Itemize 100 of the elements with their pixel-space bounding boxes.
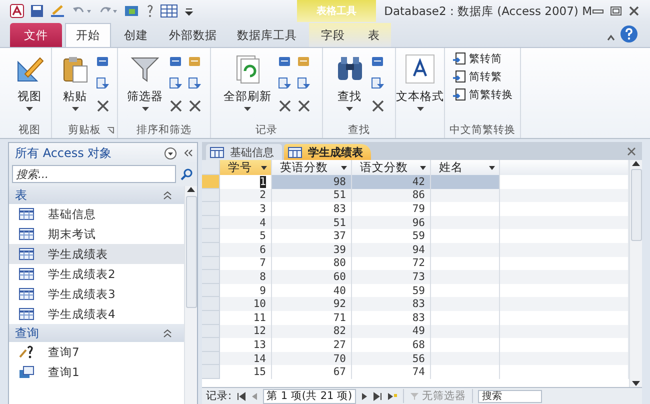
ribbon-button[interactable]: 筛选器	[125, 52, 165, 122]
column-header[interactable]: 学号	[220, 160, 272, 175]
last-record-icon[interactable]	[373, 392, 382, 400]
table-icon	[288, 146, 302, 158]
table-row[interactable]: 6 39 94	[202, 242, 629, 257]
table-icon	[19, 208, 34, 220]
table-cell: 83	[412, 298, 425, 310]
table-row[interactable]: 14 70 56	[202, 352, 629, 366]
ribbon-tab[interactable]: 表	[357, 23, 391, 47]
dropdown-caret-icon	[142, 107, 148, 111]
group-label: 排序和筛选	[136, 123, 192, 137]
ribbon-tab[interactable]: 开始	[65, 23, 111, 47]
ribbon-tab[interactable]: 文件	[10, 23, 62, 47]
table-icon	[19, 248, 34, 260]
table-row[interactable]: 15 67 74	[202, 365, 629, 379]
table-cell: 3	[260, 202, 266, 215]
table-cell: 98	[333, 176, 346, 188]
table-icon[interactable]	[160, 4, 178, 18]
table-cell: 13	[253, 338, 266, 351]
table-cell: 11	[253, 312, 266, 324]
scrollbar[interactable]	[184, 186, 197, 404]
collapse-ribbon-icon[interactable]	[606, 33, 616, 43]
screen-icon[interactable]	[124, 4, 140, 18]
navigation-item[interactable]: 基础信息	[9, 204, 184, 224]
navigation-item[interactable]: 查询1	[9, 362, 184, 382]
table-row[interactable]: 8 60 73	[202, 270, 629, 284]
window-title: Database2 : 数据库 (Access 2007) M	[383, 4, 592, 18]
table-icon	[19, 228, 34, 240]
document-tab[interactable]: 学生成绩表	[284, 144, 371, 160]
previous-record-icon[interactable]	[250, 392, 258, 400]
app-logo-icon	[10, 4, 24, 18]
restore-icon[interactable]	[610, 5, 622, 17]
table-cell: 12	[253, 325, 266, 338]
ribbon-button[interactable]: 全部刷新	[222, 52, 274, 122]
search-icon[interactable]	[180, 168, 193, 180]
ribbon-button[interactable]: 简繁转换	[452, 88, 513, 102]
table-row[interactable]: 2 51 86	[202, 188, 629, 202]
scroll-up-icon[interactable]	[632, 160, 640, 166]
close-icon[interactable]	[627, 146, 636, 156]
help-icon[interactable]	[620, 25, 638, 43]
table-row[interactable]: 4 51 96	[202, 216, 629, 230]
record-position-field[interactable]: 第 1 项(共 21 项)	[262, 388, 356, 404]
navigation-item[interactable]: 期末考试	[9, 224, 184, 244]
table-cell: 92	[333, 298, 346, 310]
table-row[interactable]: 1 98 42	[202, 175, 629, 189]
navigation-item[interactable]: 学生成绩表2	[9, 264, 184, 284]
scrollbar[interactable]	[629, 160, 642, 387]
dropdown-caret-icon	[420, 166, 426, 170]
table-cell: 51	[333, 189, 346, 202]
save-icon[interactable]	[30, 4, 44, 18]
table-cell: 6	[260, 244, 266, 256]
ribbon-button[interactable]: 粘贴	[58, 52, 92, 122]
navigation-item[interactable]: 学生成绩表4	[9, 304, 184, 324]
dialog-launcher-icon[interactable]	[107, 127, 114, 134]
navigation-item[interactable]: 学生成绩表3	[9, 284, 184, 304]
table-cell: 80	[333, 257, 346, 270]
table-cell: 83	[412, 312, 425, 324]
ribbon-button[interactable]: 繁转简	[452, 52, 513, 66]
ribbon-button[interactable]: 视图	[12, 52, 46, 122]
table-cell: 7	[260, 257, 266, 270]
group-label: 剪贴板	[68, 123, 101, 137]
search-field[interactable]: 搜索	[478, 390, 542, 402]
first-record-icon[interactable]	[236, 392, 246, 400]
table-cell: 67	[333, 366, 346, 378]
ribbon-tab[interactable]: 数据库工具	[225, 23, 309, 47]
ribbon-button[interactable]: 查找	[332, 52, 366, 122]
table-cell: 5	[260, 230, 266, 242]
query-icon	[19, 366, 34, 378]
ribbon-tab[interactable]: 字段	[309, 23, 357, 47]
search-field[interactable]: 搜索...	[12, 165, 176, 183]
chevron-icon	[163, 328, 172, 338]
table-cell: 14	[253, 352, 266, 365]
table-cell: 1	[260, 176, 266, 188]
dropdown-caret-icon[interactable]	[164, 146, 177, 160]
next-record-icon[interactable]	[361, 392, 368, 400]
table-cell: 15	[253, 366, 266, 378]
section-header[interactable]: 查询	[9, 324, 184, 342]
close-icon[interactable]	[628, 5, 640, 17]
ribbon-tab[interactable]: 创建	[111, 23, 161, 47]
collapse-pane-icon[interactable]	[183, 148, 193, 158]
navigation-item[interactable]: 查询7	[9, 342, 184, 362]
table-cell: 82	[333, 325, 346, 338]
table-row[interactable]: 12 82 49	[202, 324, 629, 338]
table-cell: 72	[412, 257, 425, 270]
ribbon-button[interactable]: 文本格式	[394, 52, 446, 122]
edit-icon[interactable]	[50, 4, 66, 18]
ribbon-tab[interactable]: 外部数据	[161, 23, 225, 47]
group-label: 记录	[256, 123, 278, 137]
table-cell: 68	[412, 338, 425, 351]
navigation-item[interactable]: 学生成绩表	[9, 244, 184, 264]
table-cell: 37	[333, 230, 346, 242]
table-icon	[210, 146, 224, 158]
query-icon[interactable]	[146, 4, 154, 18]
table-row[interactable]: 10 92 83	[202, 297, 629, 311]
document-tab[interactable]: 基础信息	[206, 144, 282, 160]
parameter-query-icon	[19, 345, 34, 359]
table-cell: 74	[412, 366, 425, 378]
section-header[interactable]: 表	[9, 186, 184, 204]
ribbon-button[interactable]: 简转繁	[452, 70, 513, 84]
group-label: 视图	[18, 123, 40, 137]
